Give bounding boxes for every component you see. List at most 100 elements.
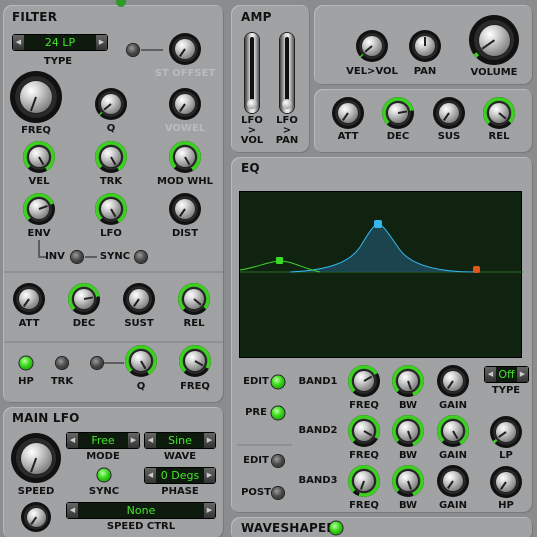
filter-att-label: ATT <box>18 318 40 329</box>
band1-bw-label: BW <box>398 400 418 411</box>
filter-title: FILTER <box>12 10 58 24</box>
eq-band3-handle[interactable] <box>473 266 480 273</box>
lfo-speed-ctrl-label: SPEED CTRL <box>106 521 176 532</box>
filter-rel-knob[interactable] <box>178 283 210 315</box>
filter-env-label: ENV <box>27 228 51 239</box>
next-arrow-icon[interactable]: ▶ <box>96 35 107 50</box>
next-arrow-icon[interactable]: ▶ <box>517 367 528 382</box>
previous-arrow-icon[interactable]: ◀ <box>13 35 24 50</box>
filter2-q-knob[interactable] <box>125 345 157 377</box>
filter2-trk-toggle[interactable] <box>56 357 68 369</box>
band3-gain-knob[interactable] <box>437 465 469 497</box>
band1-gain-knob[interactable] <box>437 365 469 397</box>
filter-vowel-label: VOWEL <box>164 123 206 134</box>
filter-q-label: Q <box>106 123 116 134</box>
lfo-mode-select[interactable]: ◀ Free ▶ <box>66 432 140 449</box>
lfo-pan-label: LFO > PAN <box>275 115 299 146</box>
eq-edit1-toggle[interactable] <box>271 375 285 389</box>
amp-dec-knob[interactable] <box>382 97 414 129</box>
eq-band2-handle[interactable] <box>374 220 382 228</box>
filter-vel-knob[interactable] <box>23 141 55 173</box>
eq-title: EQ <box>241 161 260 175</box>
knob-indicator <box>424 37 426 46</box>
volume-knob[interactable] <box>469 15 519 65</box>
waveshaper-toggle[interactable] <box>329 521 343 535</box>
filter-type-select[interactable]: ◀ 24 LP ▶ <box>12 34 108 51</box>
amp-dec-label: DEC <box>386 131 410 142</box>
amp-att-knob[interactable] <box>332 97 364 129</box>
pan-knob[interactable] <box>409 30 441 62</box>
lfo-wave-select[interactable]: ◀ Sine ▶ <box>144 432 216 449</box>
lfo-wave-label: WAVE <box>163 451 197 462</box>
pan-label: PAN <box>413 66 437 77</box>
filter-freq-label: FREQ <box>21 125 51 136</box>
lfo-vol-label: LFO > VOL <box>240 115 264 146</box>
previous-arrow-icon[interactable]: ◀ <box>145 433 156 448</box>
eq-graph[interactable] <box>239 191 523 358</box>
band1-freq-knob[interactable] <box>348 365 380 397</box>
filter-sync-label: SYNC <box>99 251 131 262</box>
filter-divider-2 <box>4 341 223 343</box>
lfo-speed-knob[interactable] <box>11 433 61 483</box>
filter-sust-knob[interactable] <box>123 283 155 315</box>
eq-post-toggle[interactable] <box>272 487 284 499</box>
lfo-sync-toggle[interactable] <box>97 468 111 482</box>
filter-dec-knob[interactable] <box>68 283 100 315</box>
lfo-speed-ctrl-select[interactable]: ◀ None ▶ <box>66 502 216 519</box>
band2-gain-label: GAIN <box>438 450 468 461</box>
filter-trk-knob[interactable] <box>95 141 127 173</box>
filter-sync-toggle[interactable] <box>135 251 147 263</box>
band2-freq-knob[interactable] <box>348 415 380 447</box>
previous-arrow-icon[interactable]: ◀ <box>485 367 496 382</box>
filter2-freq-knob[interactable] <box>179 345 211 377</box>
band1-bw-knob[interactable] <box>392 365 424 397</box>
band2-bw-knob[interactable] <box>392 415 424 447</box>
filter-dec-label: DEC <box>72 318 96 329</box>
filter2-hp-toggle[interactable] <box>19 356 33 370</box>
filter-mod-whl-knob[interactable] <box>169 141 201 173</box>
previous-arrow-icon[interactable]: ◀ <box>67 503 78 518</box>
band3-gain-label: GAIN <box>438 500 468 511</box>
eq-section-divider <box>237 444 292 446</box>
filter-freq-knob[interactable] <box>10 71 62 123</box>
vel-vol-knob[interactable] <box>356 30 388 62</box>
filter-inv-toggle[interactable] <box>71 251 83 263</box>
eq-edit2-toggle[interactable] <box>272 455 284 467</box>
amp-rel-label: REL <box>488 131 510 142</box>
filter-q-knob[interactable] <box>95 88 127 120</box>
eq-edit1-label: EDIT <box>243 376 269 387</box>
filter2-q-toggle[interactable] <box>91 357 103 369</box>
filter-dist-label: DIST <box>171 228 199 239</box>
filter-att-knob[interactable] <box>13 283 45 315</box>
previous-arrow-icon[interactable]: ◀ <box>67 433 78 448</box>
filter-vowel-knob[interactable] <box>169 88 201 120</box>
st-offset-toggle[interactable] <box>127 44 139 56</box>
filter-lfo-knob[interactable] <box>95 193 127 225</box>
st-offset-knob[interactable] <box>169 33 201 65</box>
filter-type-label: TYPE <box>43 56 73 67</box>
amp-att-label: ATT <box>337 131 359 142</box>
amp-sus-knob[interactable] <box>433 97 465 129</box>
band3-bw-knob[interactable] <box>392 465 424 497</box>
next-arrow-icon[interactable]: ▶ <box>128 433 139 448</box>
amp-rel-knob[interactable] <box>483 97 515 129</box>
filter-dist-knob[interactable] <box>169 193 201 225</box>
eq-type-select[interactable]: ◀ Off ▶ <box>484 366 529 383</box>
lfo-speed-mod-knob[interactable] <box>21 502 51 532</box>
next-arrow-icon[interactable]: ▶ <box>204 503 215 518</box>
next-arrow-icon[interactable]: ▶ <box>204 468 215 483</box>
eq-lp-knob[interactable] <box>490 416 522 448</box>
eq-hp-knob[interactable] <box>490 466 522 498</box>
lfo-pan-fader[interactable] <box>280 33 294 113</box>
next-arrow-icon[interactable]: ▶ <box>204 433 215 448</box>
filter-env-knob[interactable] <box>23 193 55 225</box>
band3-freq-knob[interactable] <box>348 465 380 497</box>
eq-curve-svg <box>239 220 523 273</box>
band2-label: BAND2 <box>298 425 338 436</box>
previous-arrow-icon[interactable]: ◀ <box>145 468 156 483</box>
lfo-vol-fader[interactable] <box>245 33 259 113</box>
band2-gain-knob[interactable] <box>437 415 469 447</box>
lfo-phase-select[interactable]: ◀ 0 Degs ▶ <box>144 467 216 484</box>
eq-band1-handle[interactable] <box>276 257 283 264</box>
eq-pre-toggle[interactable] <box>271 406 285 420</box>
